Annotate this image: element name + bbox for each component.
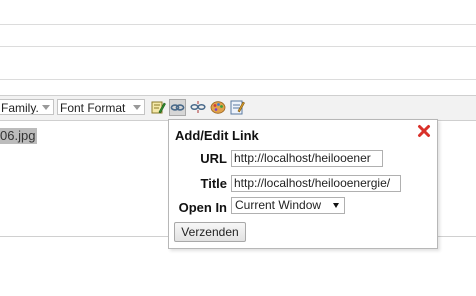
top-divider-3 bbox=[0, 79, 476, 80]
unlink-icon bbox=[190, 101, 206, 113]
link-button[interactable] bbox=[169, 99, 186, 116]
font-family-label: Family. bbox=[1, 101, 39, 115]
url-label: URL bbox=[200, 151, 227, 166]
url-input[interactable]: http://localhost/heilooener bbox=[231, 150, 383, 167]
selected-image-filename: 06.jpg bbox=[0, 128, 38, 144]
chevron-down-icon bbox=[333, 203, 339, 208]
notepad-icon bbox=[230, 100, 245, 115]
edit-icon bbox=[151, 101, 166, 114]
dialog-title: Add/Edit Link bbox=[175, 128, 259, 143]
title-input[interactable]: http://localhost/heilooenergie/ bbox=[231, 175, 401, 192]
editor-toolbar: Family. Font Format bbox=[0, 95, 476, 121]
edit-button[interactable] bbox=[150, 99, 167, 116]
open-in-value: Current Window bbox=[235, 198, 322, 212]
palette-icon bbox=[210, 101, 226, 114]
open-in-select[interactable]: Current Window bbox=[231, 197, 345, 214]
font-format-select[interactable]: Font Format bbox=[57, 99, 145, 115]
color-button[interactable] bbox=[210, 99, 227, 116]
font-format-label: Font Format bbox=[60, 101, 126, 115]
open-in-label: Open In bbox=[178, 200, 227, 215]
chevron-down-icon bbox=[133, 105, 141, 110]
unlink-button[interactable] bbox=[190, 99, 207, 116]
notepad-button[interactable] bbox=[229, 99, 246, 116]
font-family-select[interactable]: Family. bbox=[0, 99, 54, 115]
top-divider-1 bbox=[0, 24, 476, 25]
top-divider-2 bbox=[0, 46, 476, 47]
link-icon bbox=[170, 104, 185, 111]
add-edit-link-dialog: Add/Edit Link URL http://localhost/heilo… bbox=[168, 119, 438, 249]
submit-button[interactable]: Verzenden bbox=[174, 222, 246, 242]
close-icon bbox=[418, 125, 430, 137]
chevron-down-icon bbox=[42, 105, 50, 110]
title-label: Title bbox=[200, 176, 228, 191]
close-button[interactable] bbox=[417, 124, 431, 138]
editor-content[interactable]: 06.jpg bbox=[0, 120, 170, 238]
